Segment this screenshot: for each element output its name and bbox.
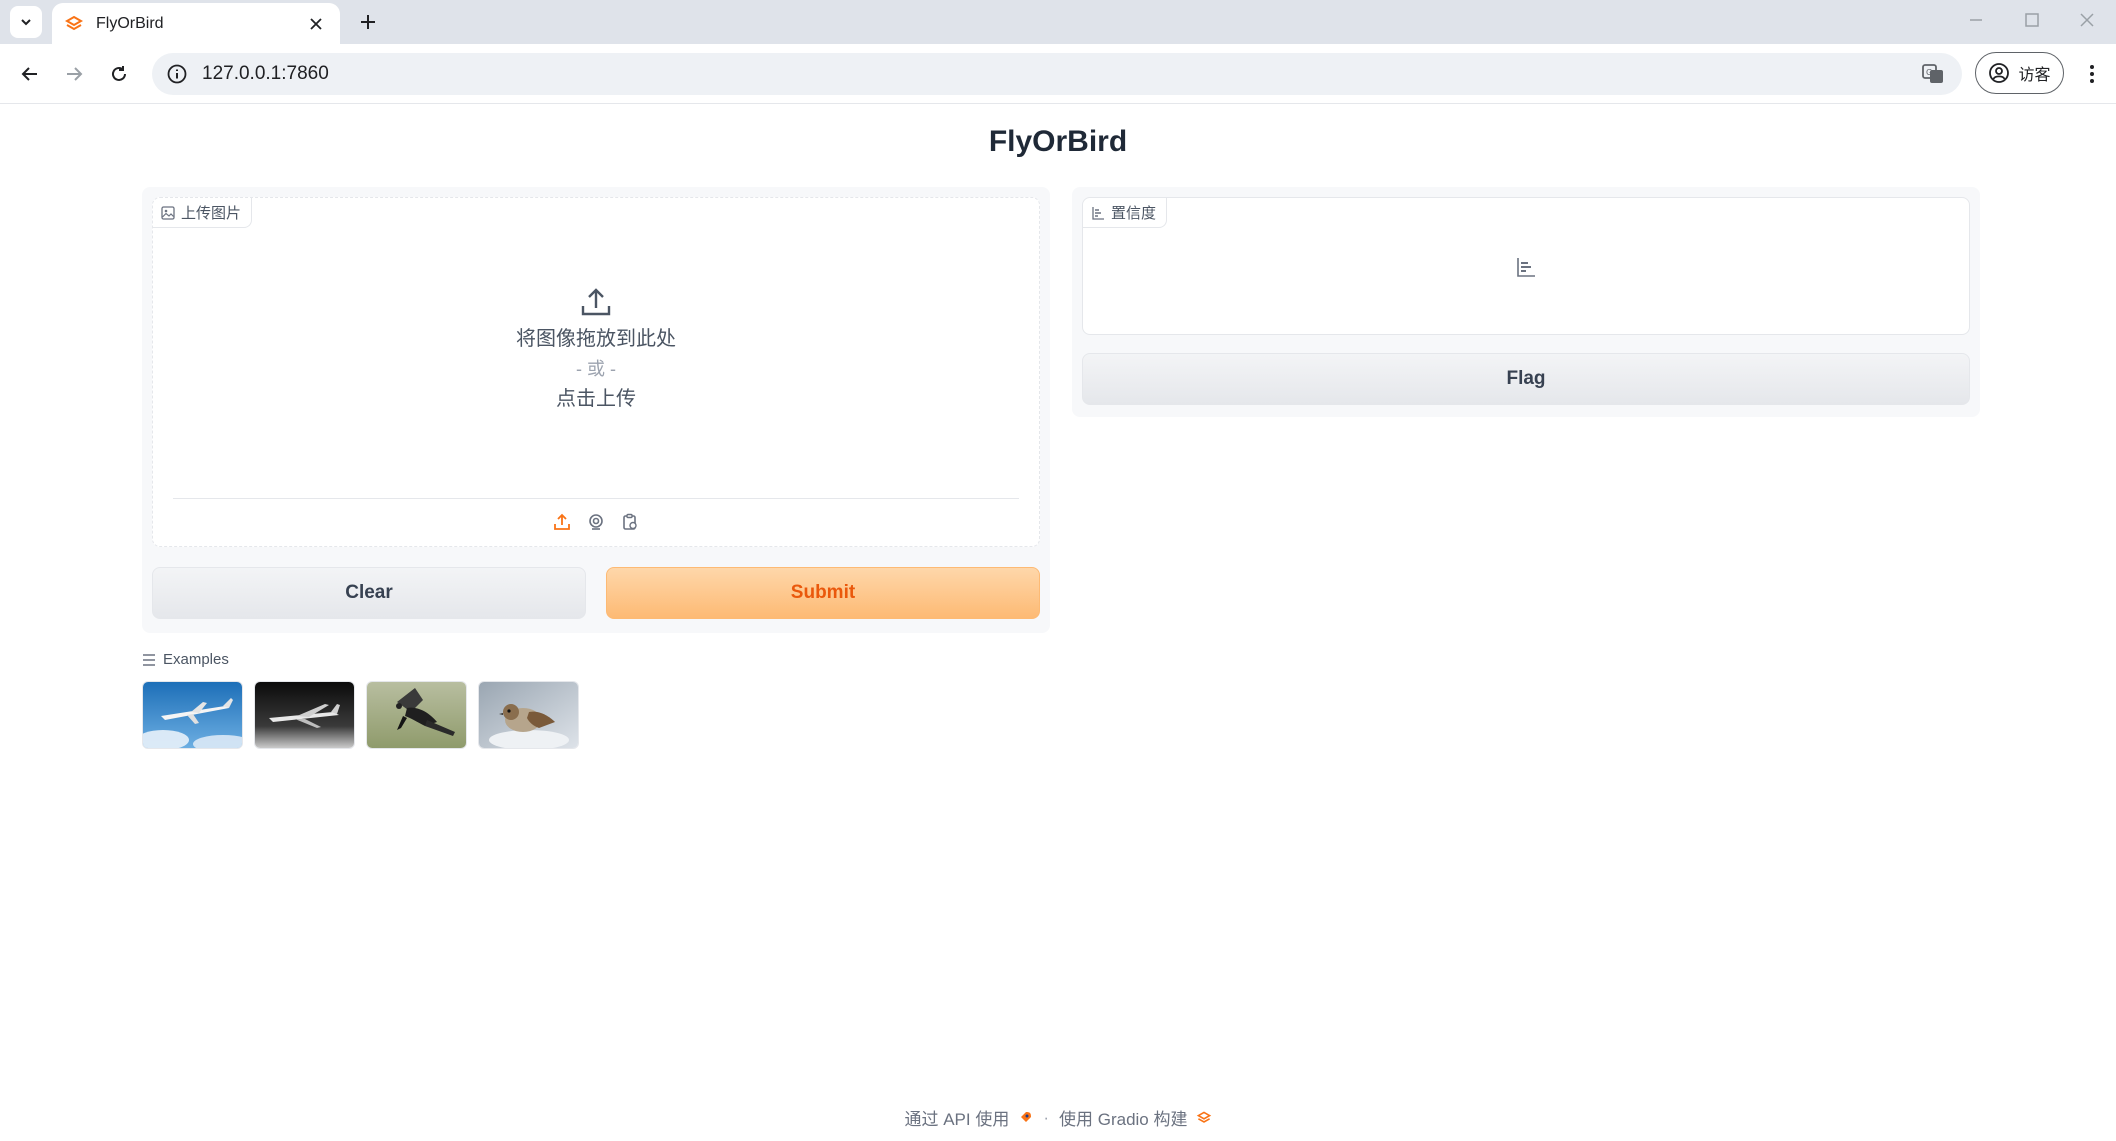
clipboard-icon	[623, 513, 637, 530]
browser-menu-button[interactable]	[2076, 56, 2108, 92]
upload-drop-text: 将图像拖放到此处	[516, 328, 676, 350]
footer-separator: ·	[1043, 1107, 1050, 1127]
flag-button[interactable]: Flag	[1082, 353, 1970, 405]
minimize-window-button[interactable]	[1947, 0, 2005, 40]
back-button[interactable]	[12, 56, 48, 92]
translate-button[interactable]: G	[1918, 59, 1948, 89]
gradio-link[interactable]: 使用 Gradio 构建	[1059, 1105, 1211, 1130]
examples-label-text: Examples	[163, 651, 229, 668]
clear-button[interactable]: Clear	[152, 567, 586, 619]
profile-label: 访客	[2018, 67, 2051, 84]
minimize-icon	[1970, 19, 1982, 21]
profile-button[interactable]: 访客	[1975, 52, 2064, 94]
upload-icon	[554, 513, 570, 530]
close-tab-button[interactable]	[304, 12, 328, 36]
tab-title: FlyOrBird	[96, 14, 164, 32]
plus-icon	[361, 15, 375, 29]
upload-or-text: - 或 -	[576, 359, 616, 379]
webcam-icon	[589, 514, 603, 530]
source-upload-button[interactable]	[551, 511, 573, 533]
bar-chart-icon	[1092, 206, 1104, 220]
bird-crow-image	[367, 682, 466, 748]
output-empty-state	[1083, 256, 1969, 278]
example-thumbnail-airplane-sky[interactable]	[142, 681, 243, 749]
close-window-button[interactable]	[2058, 0, 2116, 40]
output-label: 置信度	[1083, 198, 1168, 228]
api-link[interactable]: 通过 API 使用	[904, 1105, 1033, 1130]
translate-icon: G	[1922, 64, 1943, 83]
example-thumbnail-airplane-dark[interactable]	[254, 681, 355, 749]
reload-button[interactable]	[101, 56, 137, 92]
more-vertical-icon	[2090, 65, 2094, 83]
forward-button[interactable]	[56, 56, 92, 92]
browser-toolbar: 127.0.0.1:7860 G 访客	[0, 44, 2116, 104]
close-icon	[310, 17, 322, 30]
footer: 通过 API 使用 · 使用 Gradio 构建	[0, 1105, 2116, 1130]
close-icon	[2080, 13, 2094, 27]
maximize-icon	[2025, 13, 2039, 27]
image-upload-dropzone[interactable]: 上传图片 将图像拖放到此处 - 或 - 点击上传	[152, 197, 1040, 547]
source-webcam-button[interactable]	[585, 511, 607, 533]
browser-tab-bar: FlyOrBird	[0, 0, 2116, 44]
url-text: 127.0.0.1:7860	[202, 63, 329, 84]
gradio-logo-icon	[64, 15, 84, 30]
api-link-text: 通过 API 使用	[904, 1110, 1010, 1129]
site-info-icon[interactable]	[166, 63, 188, 85]
confidence-label-output: 置信度	[1082, 197, 1970, 335]
gradio-app: FlyOrBird 上传图片 将图像拖放到此处 - 或 - 点击上传 Clear	[0, 105, 2116, 1141]
arrow-right-icon	[67, 67, 83, 81]
input-image-label-text: 上传图片	[181, 205, 242, 222]
submit-button[interactable]: Submit	[606, 567, 1040, 619]
airplane-sky-image	[143, 682, 242, 748]
source-selector	[153, 511, 1039, 533]
input-image-label: 上传图片	[153, 198, 253, 228]
rocket-icon	[1020, 1111, 1032, 1123]
gradio-logo-icon	[1196, 1110, 1211, 1123]
arrow-left-icon	[21, 67, 37, 81]
examples-header: Examples	[142, 651, 229, 668]
example-thumbnail-bird-crow[interactable]	[366, 681, 467, 749]
reload-icon	[112, 66, 126, 81]
source-divider	[173, 498, 1019, 499]
output-label-text: 置信度	[1111, 205, 1157, 222]
source-clipboard-button[interactable]	[619, 511, 641, 533]
upload-icon	[581, 288, 611, 316]
address-bar[interactable]: 127.0.0.1:7860 G	[152, 53, 1962, 95]
tab-search-button[interactable]	[10, 6, 42, 38]
user-circle-icon	[1989, 63, 2010, 83]
maximize-window-button[interactable]	[2003, 0, 2061, 40]
example-thumbnail-bird-sparrow[interactable]	[478, 681, 579, 749]
gradio-link-text: 使用 Gradio 构建	[1059, 1110, 1188, 1129]
image-icon	[161, 205, 175, 220]
bar-chart-icon	[1517, 258, 1535, 277]
bird-sparrow-image	[479, 682, 578, 748]
airplane-dark-image	[255, 682, 354, 748]
list-icon	[143, 653, 155, 666]
upload-click-text: 点击上传	[556, 388, 636, 410]
new-tab-button[interactable]	[352, 6, 384, 38]
browser-tab[interactable]: FlyOrBird	[52, 3, 340, 44]
page-title: FlyOrBird	[988, 125, 1128, 158]
chevron-down-icon	[21, 19, 31, 26]
svg-text:G: G	[1926, 68, 1932, 77]
upload-prompt: 将图像拖放到此处 - 或 - 点击上传	[153, 286, 1039, 414]
